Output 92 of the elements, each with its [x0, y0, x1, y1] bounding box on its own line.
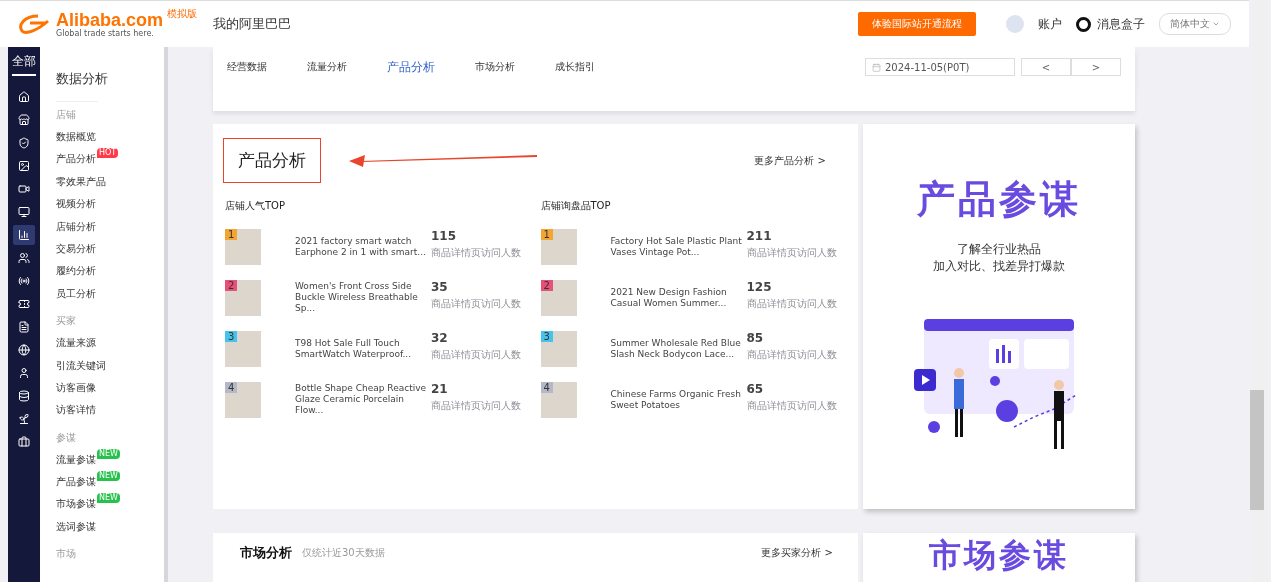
- section-heading: 市场: [56, 547, 77, 562]
- metric-label: 商品详情页访问人数: [431, 399, 521, 413]
- rank-badge: 2: [540, 279, 553, 291]
- visitor-count: 21: [431, 382, 449, 396]
- sidebar-item[interactable]: 数据概览: [56, 130, 96, 144]
- sidebar-item[interactable]: 产品参谋: [56, 475, 96, 490]
- metric-label: 商品详情页访问人数: [746, 399, 837, 413]
- chevron-down-icon: [1212, 20, 1220, 28]
- sidebar-item[interactable]: 履约分析: [56, 264, 96, 279]
- visitor-count: 35: [431, 280, 449, 294]
- metric-label: 商品详情页访问人数: [746, 297, 837, 311]
- sidebar-item[interactable]: 市场参谋: [56, 497, 96, 512]
- rank-badge: 1: [540, 228, 553, 240]
- nav-tab[interactable]: 流量分析: [307, 60, 347, 74]
- product-name[interactable]: 2021 factory smart watch Earphone 2 in 1 with smart...: [295, 235, 427, 258]
- rank-badge: 4: [225, 381, 238, 393]
- sidebar-item[interactable]: 选词参谋: [56, 519, 96, 534]
- sidebar-item[interactable]: 流量来源: [56, 336, 96, 351]
- promo-text: 了解全行业热品: [957, 241, 1041, 258]
- metric-label: 商品详情页访问人数: [746, 246, 837, 260]
- visitor-count: 85: [746, 331, 765, 345]
- nav-tab[interactable]: 成长指引: [555, 60, 595, 74]
- edition-label: 模拟版: [167, 6, 198, 21]
- message-box-link[interactable]: 消息盒子: [1097, 15, 1145, 33]
- sidebar-item[interactable]: 员工分析: [56, 286, 96, 301]
- rank-badge: 3: [225, 330, 238, 342]
- product-name[interactable]: Factory Hot Sale Plastic Plant Vases Vintage Pot...: [610, 235, 743, 258]
- logo-tagline: Global trade starts here.: [56, 28, 155, 38]
- metric-label: 商品详情页访问人数: [746, 348, 837, 362]
- tag-badge: NEW: [97, 493, 120, 504]
- section-heading: 店铺: [56, 108, 77, 122]
- rank-badge: 1: [225, 228, 238, 240]
- section-note: 仅统计近30天数据: [302, 546, 385, 560]
- ring-icon: [1076, 16, 1091, 32]
- next-button[interactable]: >: [1071, 58, 1121, 76]
- product-name[interactable]: Summer Wholesale Red Blue Slash Neck Bodycon Lace...: [610, 337, 743, 360]
- page-title: 我的阿里巴巴: [213, 15, 291, 33]
- tag-badge: NEW: [97, 471, 120, 482]
- list-title: 店铺人气TOP: [225, 199, 286, 213]
- sidebar-item[interactable]: 访客详情: [56, 403, 96, 418]
- sidebar-title: 数据分析: [56, 71, 109, 87]
- tag-badge: NEW: [97, 448, 120, 459]
- calendar-icon: [872, 62, 881, 72]
- more-link[interactable]: 更多买家分析 >: [761, 546, 833, 560]
- sidebar-item[interactable]: 店铺分析: [56, 219, 96, 234]
- product-name[interactable]: T98 Hot Sale Full Touch SmartWatch Waterproof...: [295, 337, 427, 360]
- section-heading: 参谋: [56, 430, 77, 445]
- sidebar-item[interactable]: 流量参谋: [56, 452, 96, 467]
- avatar-icon: [1006, 15, 1024, 33]
- promo-title: 产品参谋: [917, 176, 1081, 223]
- date-field[interactable]: 2024-11-05(P0T): [865, 58, 1015, 76]
- metric-label: 商品详情页访问人数: [431, 348, 521, 362]
- promo-title: 市场参谋: [929, 537, 1069, 573]
- nav-tab[interactable]: 产品分析: [387, 58, 435, 76]
- product-name[interactable]: Chinese Farms Organic Fresh Sweet Potatoes: [610, 388, 743, 411]
- sidebar-item[interactable]: 零效果产品: [56, 174, 106, 189]
- visitor-count: 65: [746, 382, 765, 396]
- product-name[interactable]: Women's Front Cross Side Buckle Wireless Breathable Sp...: [295, 281, 427, 314]
- language-select[interactable]: 简体中文: [1159, 13, 1231, 35]
- nav-tab[interactable]: 市场分析: [475, 60, 515, 74]
- sidebar-item[interactable]: 访客画像: [56, 380, 96, 395]
- account-link[interactable]: 账户: [1038, 15, 1062, 33]
- chart-icon[interactable]: [13, 225, 35, 245]
- metric-label: 商品详情页访问人数: [431, 246, 521, 260]
- product-name[interactable]: Bottle Shape Cheap Reactive Glaze Ceramic Porcelain Flow...: [295, 383, 427, 416]
- sidebar-item[interactable]: 视频分析: [56, 197, 96, 212]
- nav-tab[interactable]: 经营数据: [227, 60, 267, 74]
- list-title: 店铺询盘品TOP: [540, 199, 612, 213]
- prev-button[interactable]: <: [1021, 58, 1071, 76]
- arrow-icon: [349, 152, 539, 169]
- product-name[interactable]: 2021 New Design Fashion Casual Women Summer...: [610, 286, 743, 309]
- rank-badge: 3: [540, 330, 553, 342]
- logo-text: Alibaba.com: [56, 10, 164, 29]
- logo-icon: [18, 13, 52, 35]
- visitor-count: 211: [746, 229, 773, 243]
- visitor-count: 115: [431, 229, 458, 243]
- visitor-count: 125: [746, 280, 773, 294]
- all-tab[interactable]: 全部: [12, 53, 36, 76]
- metric-label: 商品详情页访问人数: [431, 297, 521, 311]
- sidebar-item[interactable]: 交易分析: [56, 241, 96, 256]
- rank-badge: 4: [540, 381, 553, 393]
- rank-badge: 2: [225, 279, 238, 291]
- section-title: 产品分析: [223, 138, 321, 183]
- more-link[interactable]: 更多产品分析 >: [754, 153, 826, 168]
- scrollbar[interactable]: [1252, 0, 1268, 582]
- visitor-count: 32: [431, 331, 449, 345]
- promo-text: 加入对比、找差异打爆款: [933, 258, 1065, 275]
- sidebar-item[interactable]: 产品分析: [56, 152, 96, 167]
- tag-badge: HOT: [97, 148, 119, 159]
- sidebar-item[interactable]: 引流关键词: [56, 358, 106, 373]
- section-title: 市场分析: [240, 544, 292, 562]
- section-heading: 买家: [56, 314, 77, 329]
